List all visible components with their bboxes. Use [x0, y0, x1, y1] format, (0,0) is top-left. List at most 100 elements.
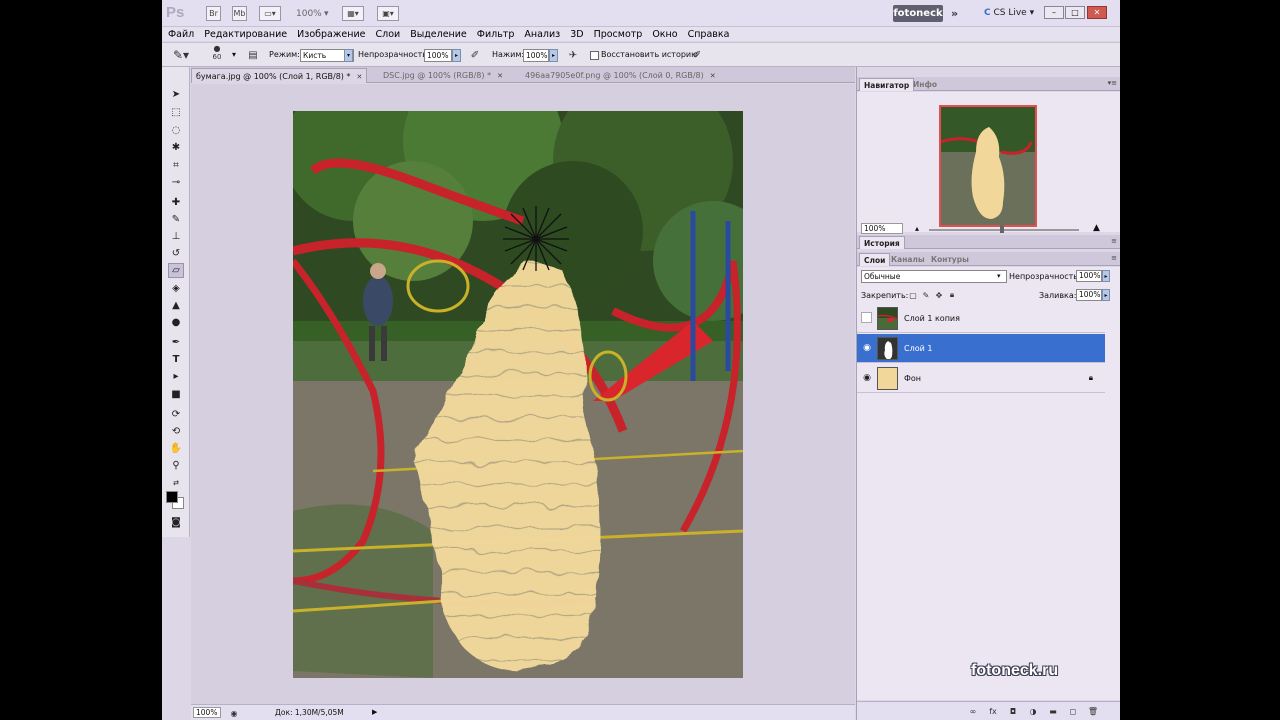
lasso-tool-icon[interactable]: ◌ [168, 123, 184, 138]
menu-view[interactable]: Просмотр [594, 29, 643, 40]
hand-tool-icon[interactable]: ✋ [168, 441, 184, 456]
link-layers-icon[interactable]: ∞ [967, 705, 979, 717]
brush-tool-icon[interactable]: ✎ [168, 212, 184, 227]
more-workspaces-icon[interactable]: » [951, 7, 958, 20]
image-canvas[interactable] [293, 111, 743, 678]
lock-position-icon[interactable]: ✥ [934, 290, 944, 300]
brush-dropdown-icon[interactable]: ▾ [232, 50, 236, 59]
clone-stamp-tool-icon[interactable]: ⊥ [168, 229, 184, 244]
layer-row-selected[interactable]: ◉ Слой 1 [857, 334, 1105, 363]
path-selection-tool-icon[interactable]: ▸ [168, 369, 184, 384]
menu-edit[interactable]: Редактирование [204, 29, 287, 40]
layer-name[interactable]: Фон [904, 374, 921, 383]
close-button[interactable]: ✕ [1087, 6, 1107, 19]
opacity-input[interactable]: 100% [424, 49, 452, 62]
brush-preset-picker[interactable]: ● 60 [210, 44, 224, 61]
layer-row[interactable]: ◉ Фон 🔒︎ [857, 364, 1105, 393]
navigator-slider-handle[interactable] [1000, 225, 1004, 233]
layer-visibility-toggle[interactable] [861, 312, 872, 323]
zoom-dropdown-icon[interactable]: ▾ [324, 9, 329, 19]
close-tab-icon[interactable]: ✕ [710, 72, 716, 80]
maximize-button[interactable]: □ [1065, 6, 1085, 19]
adjustment-layer-icon[interactable]: ◑ [1027, 705, 1039, 717]
lock-pixels-icon[interactable]: ✎ [921, 290, 931, 300]
tab-layers[interactable]: Слои [859, 253, 891, 266]
menu-3d[interactable]: 3D [570, 29, 583, 40]
shape-tool-icon[interactable]: ■ [168, 387, 184, 402]
navigator-zoom-input[interactable]: 100% [861, 223, 903, 234]
fill-input[interactable]: 100% [1076, 289, 1102, 301]
zoom-out-icon[interactable]: ▴ [915, 224, 919, 233]
tab-channels[interactable]: Каналы [887, 253, 929, 266]
quick-mask-icon[interactable]: ◙ [168, 515, 184, 530]
airbrush-icon[interactable]: ✈ [566, 48, 580, 62]
menu-help[interactable]: Справка [688, 29, 730, 40]
status-info-icon[interactable]: ◉ [227, 706, 241, 720]
quick-select-tool-icon[interactable]: ✱ [168, 140, 184, 155]
bridge-icon[interactable]: Br [206, 6, 221, 21]
status-menu-arrow-icon[interactable]: ▶ [372, 708, 377, 716]
status-zoom-input[interactable]: 100% [193, 707, 221, 718]
crop-tool-icon[interactable]: ⌗ [168, 158, 184, 173]
3d-orbit-tool-icon[interactable]: ⟲ [168, 424, 184, 439]
tablet-size-icon[interactable]: ✐ [690, 48, 704, 62]
screen-mode-icon[interactable]: ▣▾ [377, 6, 399, 21]
pen-tool-icon[interactable]: ✒ [168, 335, 184, 350]
navigator-zoom-slider[interactable] [929, 229, 1079, 231]
pressure-slider-icon[interactable]: ▸ [549, 49, 558, 62]
tab-navigator[interactable]: Навигатор [859, 78, 915, 91]
menu-image[interactable]: Изображение [297, 29, 365, 40]
zoom-level-display[interactable]: 100% [296, 9, 322, 19]
fill-slider-icon[interactable]: ▸ [1102, 289, 1110, 301]
zoom-tool-icon[interactable]: ⚲ [168, 458, 184, 473]
layer-name[interactable]: Слой 1 копия [904, 314, 960, 323]
eraser-tool-icon[interactable]: ▱ [168, 263, 184, 278]
tab-history[interactable]: История [859, 236, 905, 249]
close-tab-icon[interactable]: ✕ [356, 73, 362, 81]
opacity-slider-icon[interactable]: ▸ [452, 49, 461, 62]
panel-menu-icon[interactable]: ≡ [1111, 254, 1117, 262]
tab-dsc-jpg[interactable]: DSC.jpg @ 100% (RGB/8) * ✕ [379, 68, 507, 83]
pressure-input[interactable]: 100% [523, 49, 549, 62]
dodge-tool-icon[interactable]: ● [168, 315, 184, 330]
menu-layers[interactable]: Слои [375, 29, 400, 40]
marquee-tool-icon[interactable]: ⬚ [168, 105, 184, 120]
move-tool-icon[interactable]: ➤ [168, 87, 184, 102]
layer-name[interactable]: Слой 1 [904, 344, 932, 353]
close-tab-icon[interactable]: ✕ [497, 72, 503, 80]
eye-icon[interactable]: ◉ [861, 372, 873, 384]
menu-filter[interactable]: Фильтр [477, 29, 515, 40]
blur-tool-icon[interactable]: ▲ [168, 298, 184, 313]
tab-info[interactable]: Инфо [909, 78, 941, 91]
cs-live-menu[interactable]: C CS Live ▾ [984, 8, 1034, 18]
lock-all-icon[interactable]: 🔒︎ [947, 290, 957, 300]
menu-file[interactable]: Файл [168, 29, 194, 40]
eyedropper-tool-icon[interactable]: ⊸ [168, 175, 184, 190]
add-mask-icon[interactable]: ◘ [1007, 705, 1019, 717]
panel-menu-icon[interactable]: ≡ [1111, 237, 1117, 245]
new-group-icon[interactable]: ▬ [1047, 705, 1059, 717]
foreground-color-swatch[interactable] [166, 491, 178, 503]
panel-menu-icon[interactable]: ▾≡ [1108, 79, 1117, 87]
mode-dropdown-icon[interactable]: ▾ [344, 49, 353, 62]
history-checkbox[interactable] [590, 51, 599, 60]
tablet-opacity-icon[interactable]: ✐ [468, 48, 482, 62]
type-tool-icon[interactable]: T [168, 352, 184, 367]
tab-paper-jpg[interactable]: бумага.jpg @ 100% (Слой 1, RGB/8) * ✕ [191, 68, 368, 83]
minimize-button[interactable]: – [1044, 6, 1064, 19]
swap-colors-icon[interactable]: ⇄ [168, 475, 184, 490]
blend-mode-select[interactable]: Обычные [861, 270, 1007, 283]
tab-496aa-png[interactable]: 496aa7905e0f.png @ 100% (Слой 0, RGB/8) ✕ [521, 68, 720, 83]
layer-opacity-slider-icon[interactable]: ▸ [1102, 270, 1110, 282]
menu-analysis[interactable]: Анализ [524, 29, 560, 40]
minibridge-icon[interactable]: Mb [232, 6, 247, 21]
layer-row[interactable]: Слой 1 копия [857, 304, 1105, 333]
brush-panel-icon[interactable]: ▤ [246, 48, 260, 62]
3d-rotate-tool-icon[interactable]: ⟳ [168, 407, 184, 422]
navigator-thumbnail[interactable] [939, 105, 1037, 227]
arrange-documents-icon[interactable]: ▦▾ [342, 6, 364, 21]
layer-opacity-input[interactable]: 100% [1076, 270, 1102, 282]
tab-paths[interactable]: Контуры [927, 253, 973, 266]
menu-select[interactable]: Выделение [410, 29, 467, 40]
view-extras-icon[interactable]: ▭▾ [259, 6, 281, 21]
